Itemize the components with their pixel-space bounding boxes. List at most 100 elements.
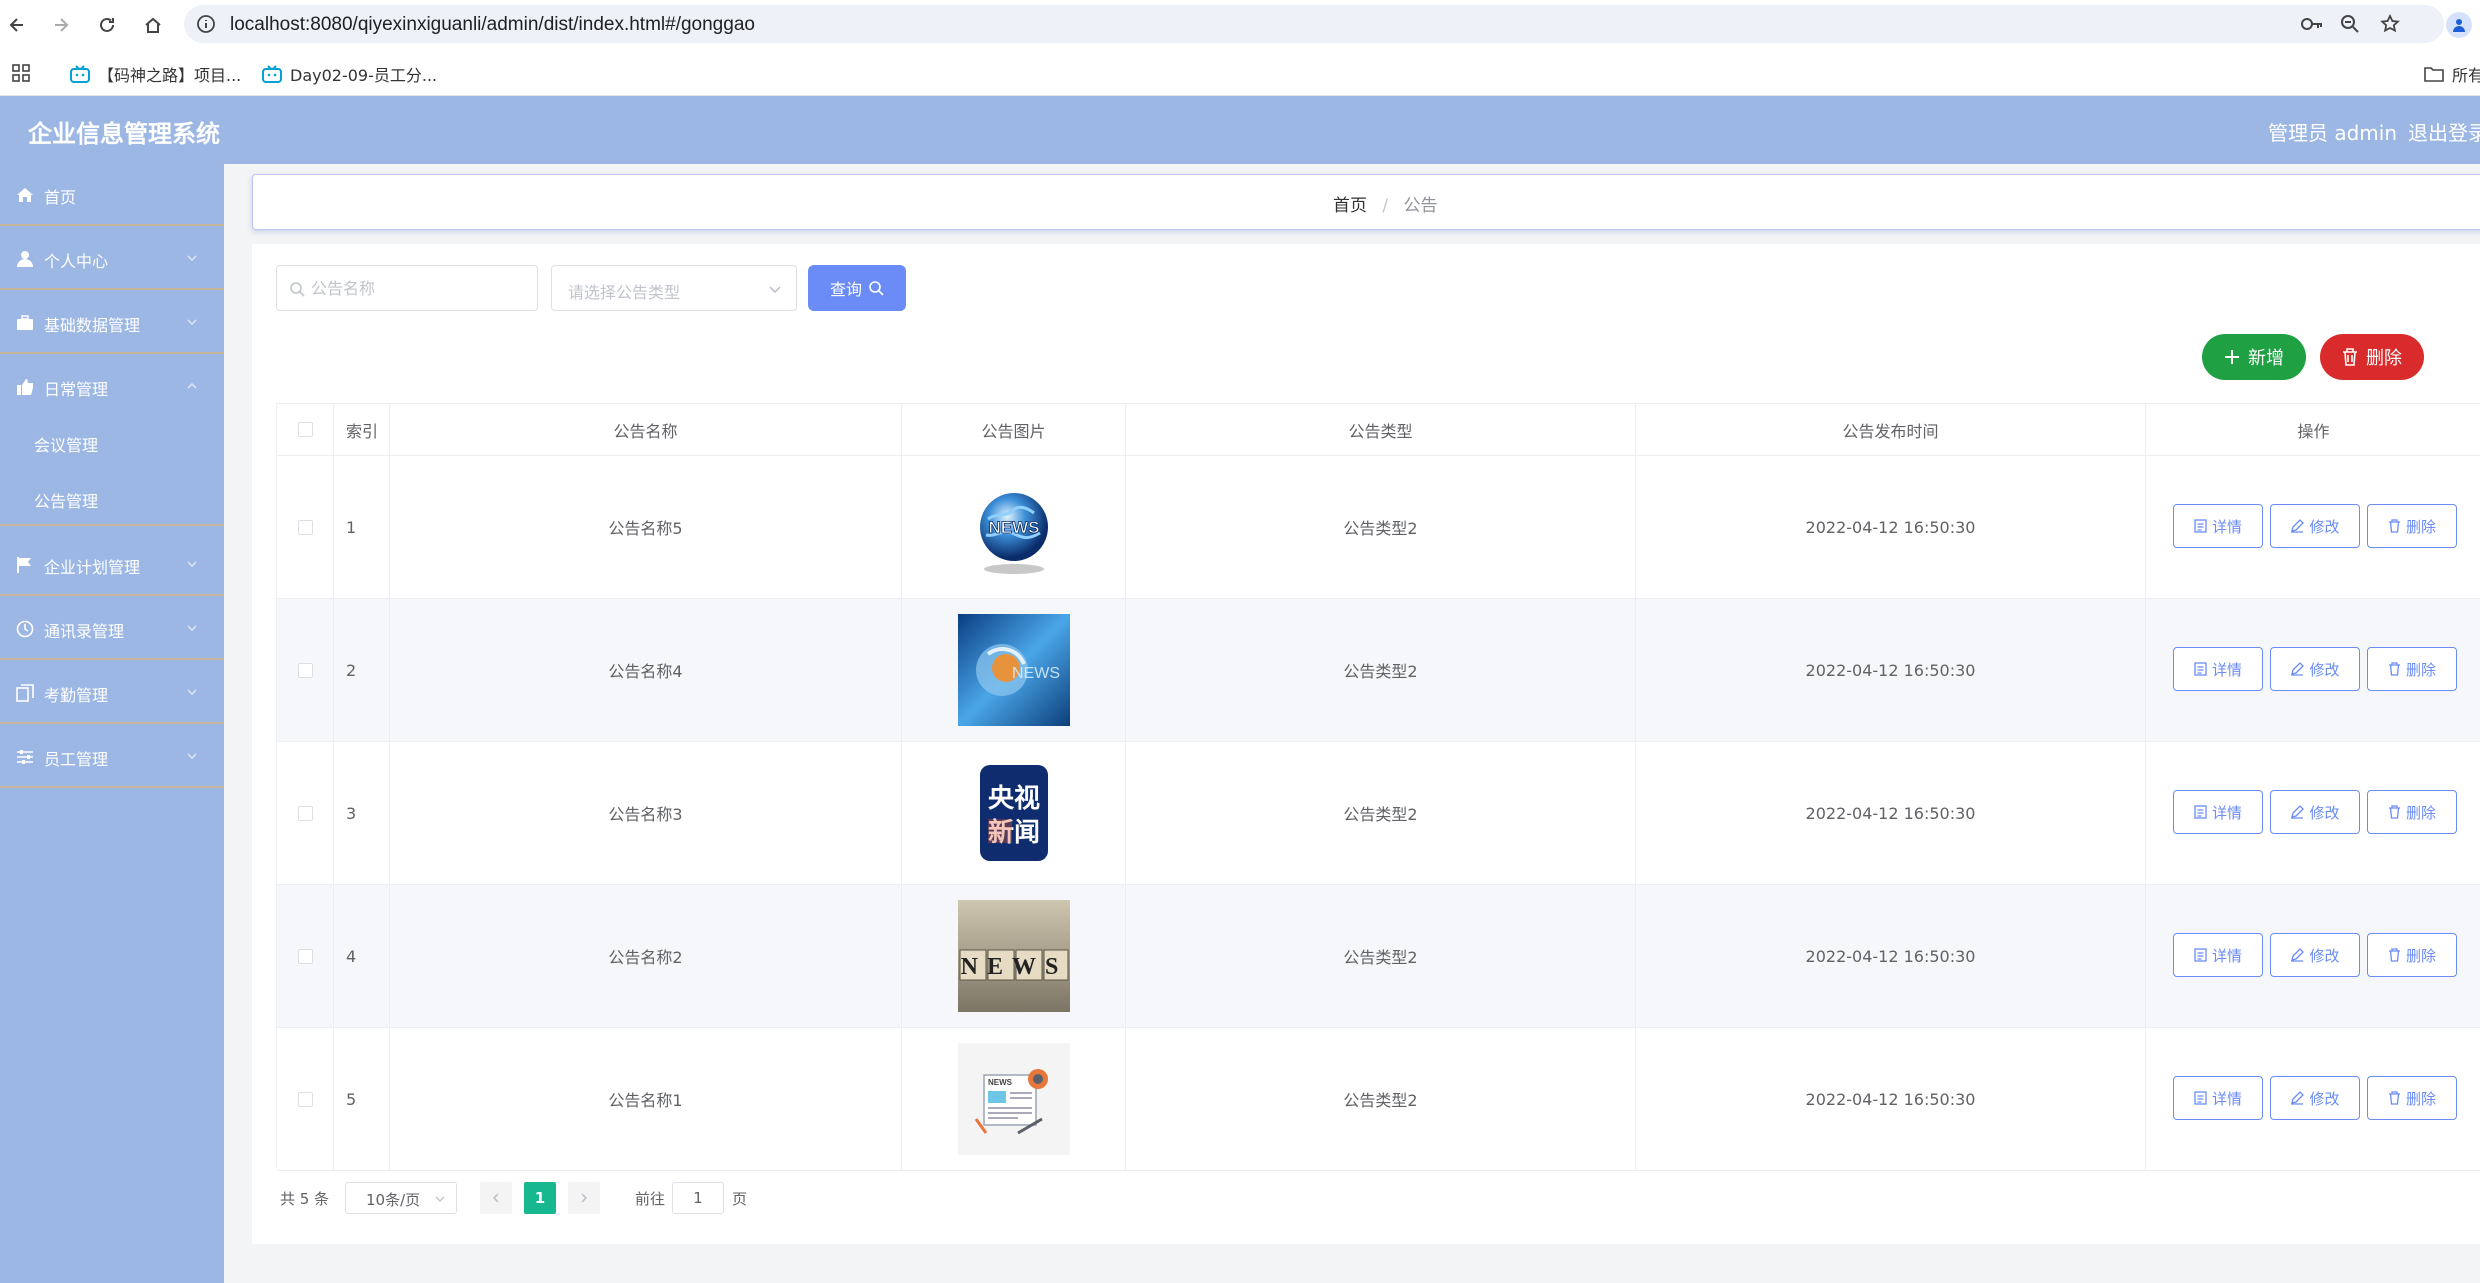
site-info-icon[interactable] xyxy=(196,14,216,38)
sidebar-item-daily[interactable]: 日常管理 xyxy=(0,356,224,418)
trash-icon xyxy=(2388,805,2400,819)
detail-button[interactable]: 详情 xyxy=(2173,1076,2263,1120)
row-select[interactable] xyxy=(277,742,334,884)
row-image[interactable]: NEWS xyxy=(902,599,1126,741)
next-page-button[interactable] xyxy=(568,1182,600,1214)
home-browser-icon[interactable] xyxy=(138,10,168,40)
reload-icon[interactable] xyxy=(92,10,122,40)
sidebar-sub-meeting[interactable]: 会议管理 xyxy=(0,414,224,470)
row-image[interactable]: NEWS xyxy=(902,1028,1126,1170)
bookmark-label: 【码神之路】项目... xyxy=(98,66,242,85)
edit-button[interactable]: 修改 xyxy=(2270,933,2360,977)
sidebar-sub-notice[interactable]: 公告管理 xyxy=(0,470,224,526)
page-number-current[interactable]: 1 xyxy=(524,1182,556,1214)
sidebar-item-attendance[interactable]: 考勤管理 xyxy=(0,662,224,724)
blocks-news-image: NEWS xyxy=(957,900,1070,1012)
checkbox[interactable] xyxy=(297,948,313,964)
add-button[interactable]: 新增 xyxy=(2202,334,2306,380)
detail-button[interactable]: 详情 xyxy=(2173,933,2263,977)
row-image[interactable]: NEWS xyxy=(902,885,1126,1027)
chevron-down-icon xyxy=(769,286,781,294)
detail-button[interactable]: 详情 xyxy=(2173,790,2263,834)
header-index: 索引 xyxy=(334,404,390,455)
chevron-up-icon xyxy=(187,382,197,389)
checkbox[interactable] xyxy=(297,662,313,678)
breadcrumb: 首页 / 公告 xyxy=(1333,191,1438,216)
delete-button[interactable]: 删除 xyxy=(2367,647,2457,691)
plus-icon xyxy=(2225,350,2239,364)
page-size-select[interactable]: 10条/页 xyxy=(345,1182,457,1214)
sidebar-item-employee[interactable]: 员工管理 xyxy=(0,726,224,788)
edit-button[interactable]: 修改 xyxy=(2270,504,2360,548)
header-actions: 操作 xyxy=(2297,421,2330,441)
notice-name-field[interactable] xyxy=(311,274,531,302)
delete-button[interactable]: 删除 xyxy=(2367,790,2457,834)
detail-button[interactable]: 详情 xyxy=(2173,647,2263,691)
batch-delete-button[interactable]: 删除 xyxy=(2320,334,2424,380)
checkbox[interactable] xyxy=(297,519,313,535)
logout-link[interactable]: 退出登录 xyxy=(2408,117,2480,146)
thumb-icon xyxy=(17,379,33,395)
delete-button[interactable]: 删除 xyxy=(2367,504,2457,548)
password-key-icon[interactable] xyxy=(2300,14,2324,38)
apps-grid-icon[interactable] xyxy=(12,64,30,86)
checkbox[interactable] xyxy=(297,805,313,821)
row-type: 公告类型2 xyxy=(1126,742,1636,884)
search-icon xyxy=(869,281,884,296)
chevron-down-icon xyxy=(187,255,197,262)
back-icon[interactable] xyxy=(2,10,32,40)
briefcase-icon xyxy=(17,315,33,330)
news-text: NEWS xyxy=(988,1078,1013,1087)
bookmark-item[interactable]: Day02-09-员工分... xyxy=(262,62,437,86)
edit-label: 修改 xyxy=(2309,946,2340,965)
profile-icon[interactable] xyxy=(2446,12,2472,38)
checkbox[interactable] xyxy=(297,1091,313,1107)
delete-button[interactable]: 删除 xyxy=(2367,933,2457,977)
row-select[interactable] xyxy=(277,1028,334,1170)
all-bookmarks[interactable]: 所有 xyxy=(2424,62,2480,86)
sidebar-item-home[interactable]: 首页 xyxy=(0,164,224,226)
edit-button[interactable]: 修改 xyxy=(2270,1076,2360,1120)
detail-button[interactable]: 详情 xyxy=(2173,504,2263,548)
notice-name-input[interactable] xyxy=(276,265,538,311)
edit-button[interactable]: 修改 xyxy=(2270,647,2360,691)
sidebar-item-basic-data[interactable]: 基础数据管理 xyxy=(0,292,224,354)
edit-icon xyxy=(2291,662,2305,676)
sidebar-item-plan[interactable]: 企业计划管理 xyxy=(0,534,224,596)
sidebar-item-contacts[interactable]: 通讯录管理 xyxy=(0,598,224,660)
zoom-icon[interactable] xyxy=(2340,14,2360,38)
goto-label: 前往 xyxy=(635,1190,666,1208)
notice-type-select[interactable]: 请选择公告类型 xyxy=(551,265,797,311)
prev-page-button[interactable] xyxy=(480,1182,512,1214)
sidebar-item-personal[interactable]: 个人中心 xyxy=(0,228,224,290)
notice-type-placeholder: 请选择公告类型 xyxy=(568,283,681,302)
forward-icon[interactable] xyxy=(46,10,76,40)
edit-icon xyxy=(2291,1091,2305,1105)
bookmark-star-icon[interactable] xyxy=(2380,13,2400,38)
checkbox[interactable] xyxy=(297,422,313,437)
row-image[interactable]: 央视 新闻 xyxy=(902,742,1126,884)
row-select[interactable] xyxy=(277,599,334,741)
delete-button[interactable]: 删除 xyxy=(2367,1076,2457,1120)
blue-news-image: NEWS xyxy=(957,614,1070,726)
app-title: 企业信息管理系统 xyxy=(28,120,220,148)
current-user: 管理员 admin xyxy=(2268,121,2398,145)
chevron-down-icon xyxy=(435,1196,445,1203)
trash-icon xyxy=(2388,662,2400,676)
edit-button[interactable]: 修改 xyxy=(2270,790,2360,834)
delete-label: 删除 xyxy=(2405,1089,2436,1108)
breadcrumb-home[interactable]: 首页 xyxy=(1333,196,1367,216)
sidebar-item-label: 企业计划管理 xyxy=(44,558,141,577)
row-image[interactable]: NEWS xyxy=(902,456,1126,598)
query-button[interactable]: 查询 xyxy=(808,265,906,311)
row-time: 2022-04-12 16:50:30 xyxy=(1636,885,2146,1027)
bookmark-item[interactable]: 【码神之路】项目... xyxy=(70,62,241,86)
row-index: 4 xyxy=(334,885,390,1027)
row-select[interactable] xyxy=(277,885,334,1027)
row-select[interactable] xyxy=(277,456,334,598)
address-bar[interactable]: localhost:8080/qiyexinxiguanli/admin/dis… xyxy=(184,5,2444,43)
sidebar-item-label: 日常管理 xyxy=(44,380,109,399)
header-select-all[interactable] xyxy=(277,404,334,455)
goto-page-input[interactable] xyxy=(672,1182,724,1214)
row-type: 公告类型2 xyxy=(1126,1028,1636,1170)
